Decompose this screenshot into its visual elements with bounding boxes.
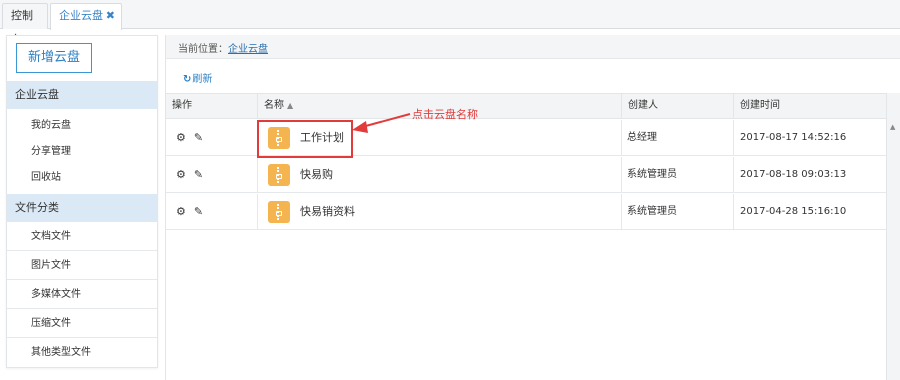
row-creator: 系统管理员 xyxy=(622,157,734,193)
row-actions: ⚙ ✎ xyxy=(166,157,258,193)
tab-enterprise-cloud[interactable]: 企业云盘 ✖ xyxy=(50,3,122,30)
refresh-label: 刷新 xyxy=(192,74,213,85)
tab-bar: 控制台 企业云盘 ✖ xyxy=(0,0,900,46)
table-row: ⚙ ✎ 快易购 系统管理员 2017-08-18 09:03:13 xyxy=(166,157,888,193)
sidebar-item-share-management[interactable]: 分享管理 xyxy=(7,138,157,166)
breadcrumb: 当前位置：企业云盘 xyxy=(178,40,268,55)
add-cloud-disk-button[interactable]: 新增云盘 xyxy=(16,43,92,73)
row-created-time: 2017-04-28 15:16:10 xyxy=(740,206,847,217)
row-created-time: 2017-08-18 09:03:13 xyxy=(740,169,847,180)
row-name-cell[interactable]: 快易销资料 xyxy=(258,194,622,230)
close-icon[interactable]: ✖ xyxy=(106,4,115,28)
main-panel: 当前位置：企业云盘 ↻刷新 操作 名称 ▲ 创建人 创建时间 ⚙ ✎ 工作计划 总经… xyxy=(165,35,900,380)
column-header-creator[interactable]: 创建人 xyxy=(622,94,734,119)
vertical-scrollbar[interactable]: ▲ xyxy=(886,93,900,380)
gear-icon[interactable]: ⚙ xyxy=(176,194,186,230)
sidebar-item-my-cloud[interactable]: 我的云盘 xyxy=(7,112,157,140)
breadcrumb-bar: 当前位置：企业云盘 xyxy=(166,35,900,59)
row-creator: 总经理 xyxy=(622,120,734,156)
annotation-callout-text: 点击云盘名称 xyxy=(412,108,478,121)
sort-ascending-icon[interactable]: ▲ xyxy=(287,101,293,110)
annotation-highlight-box xyxy=(257,120,353,158)
cloud-disk-name[interactable]: 快易购 xyxy=(300,157,333,193)
scroll-up-arrow-icon[interactable]: ▲ xyxy=(890,123,895,131)
sidebar-item-archives[interactable]: 压缩文件 xyxy=(7,310,157,338)
column-header-name-label: 名称 xyxy=(264,100,284,111)
sidebar: 新增云盘 企业云盘 我的云盘 分享管理 回收站 文件分类 文档文件 图片文件 多… xyxy=(6,35,158,368)
refresh-button[interactable]: ↻刷新 xyxy=(183,70,212,85)
row-name-cell[interactable]: 快易购 xyxy=(258,157,622,193)
pencil-icon[interactable]: ✎ xyxy=(194,157,203,193)
row-creator: 系统管理员 xyxy=(622,194,734,230)
folder-icon xyxy=(268,201,290,223)
folder-icon xyxy=(268,164,290,186)
sidebar-item-recycle-bin[interactable]: 回收站 xyxy=(7,164,157,192)
sidebar-item-documents[interactable]: 文档文件 xyxy=(7,223,157,251)
sidebar-group-enterprise-cloud[interactable]: 企业云盘 xyxy=(7,81,157,109)
breadcrumb-link[interactable]: 企业云盘 xyxy=(228,44,268,55)
gear-icon[interactable]: ⚙ xyxy=(176,157,186,193)
row-actions: ⚙ ✎ xyxy=(166,120,258,156)
refresh-icon: ↻ xyxy=(183,74,192,85)
pencil-icon[interactable]: ✎ xyxy=(194,120,203,156)
gear-icon[interactable]: ⚙ xyxy=(176,120,186,156)
row-created-time: 2017-08-17 14:52:16 xyxy=(740,132,847,143)
sidebar-item-images[interactable]: 图片文件 xyxy=(7,252,157,280)
column-header-actions: 操作 xyxy=(166,94,258,119)
tab-enterprise-cloud-label: 企业云盘 xyxy=(59,9,103,22)
row-actions: ⚙ ✎ xyxy=(166,194,258,230)
column-header-created-time[interactable]: 创建时间 xyxy=(734,94,888,119)
table-row: ⚙ ✎ 快易销资料 系统管理员 2017-04-28 15:16:10 xyxy=(166,194,888,230)
sidebar-item-multimedia[interactable]: 多媒体文件 xyxy=(7,281,157,309)
cloud-disk-name[interactable]: 快易销资料 xyxy=(300,194,355,230)
tab-console[interactable]: 控制台 xyxy=(2,3,48,46)
pencil-icon[interactable]: ✎ xyxy=(194,194,203,230)
breadcrumb-prefix: 当前位置： xyxy=(178,44,228,55)
sidebar-group-file-category[interactable]: 文件分类 xyxy=(7,194,157,222)
sidebar-item-other-files[interactable]: 其他类型文件 xyxy=(7,339,157,367)
table-header: 操作 名称 ▲ 创建人 创建时间 xyxy=(166,93,888,119)
